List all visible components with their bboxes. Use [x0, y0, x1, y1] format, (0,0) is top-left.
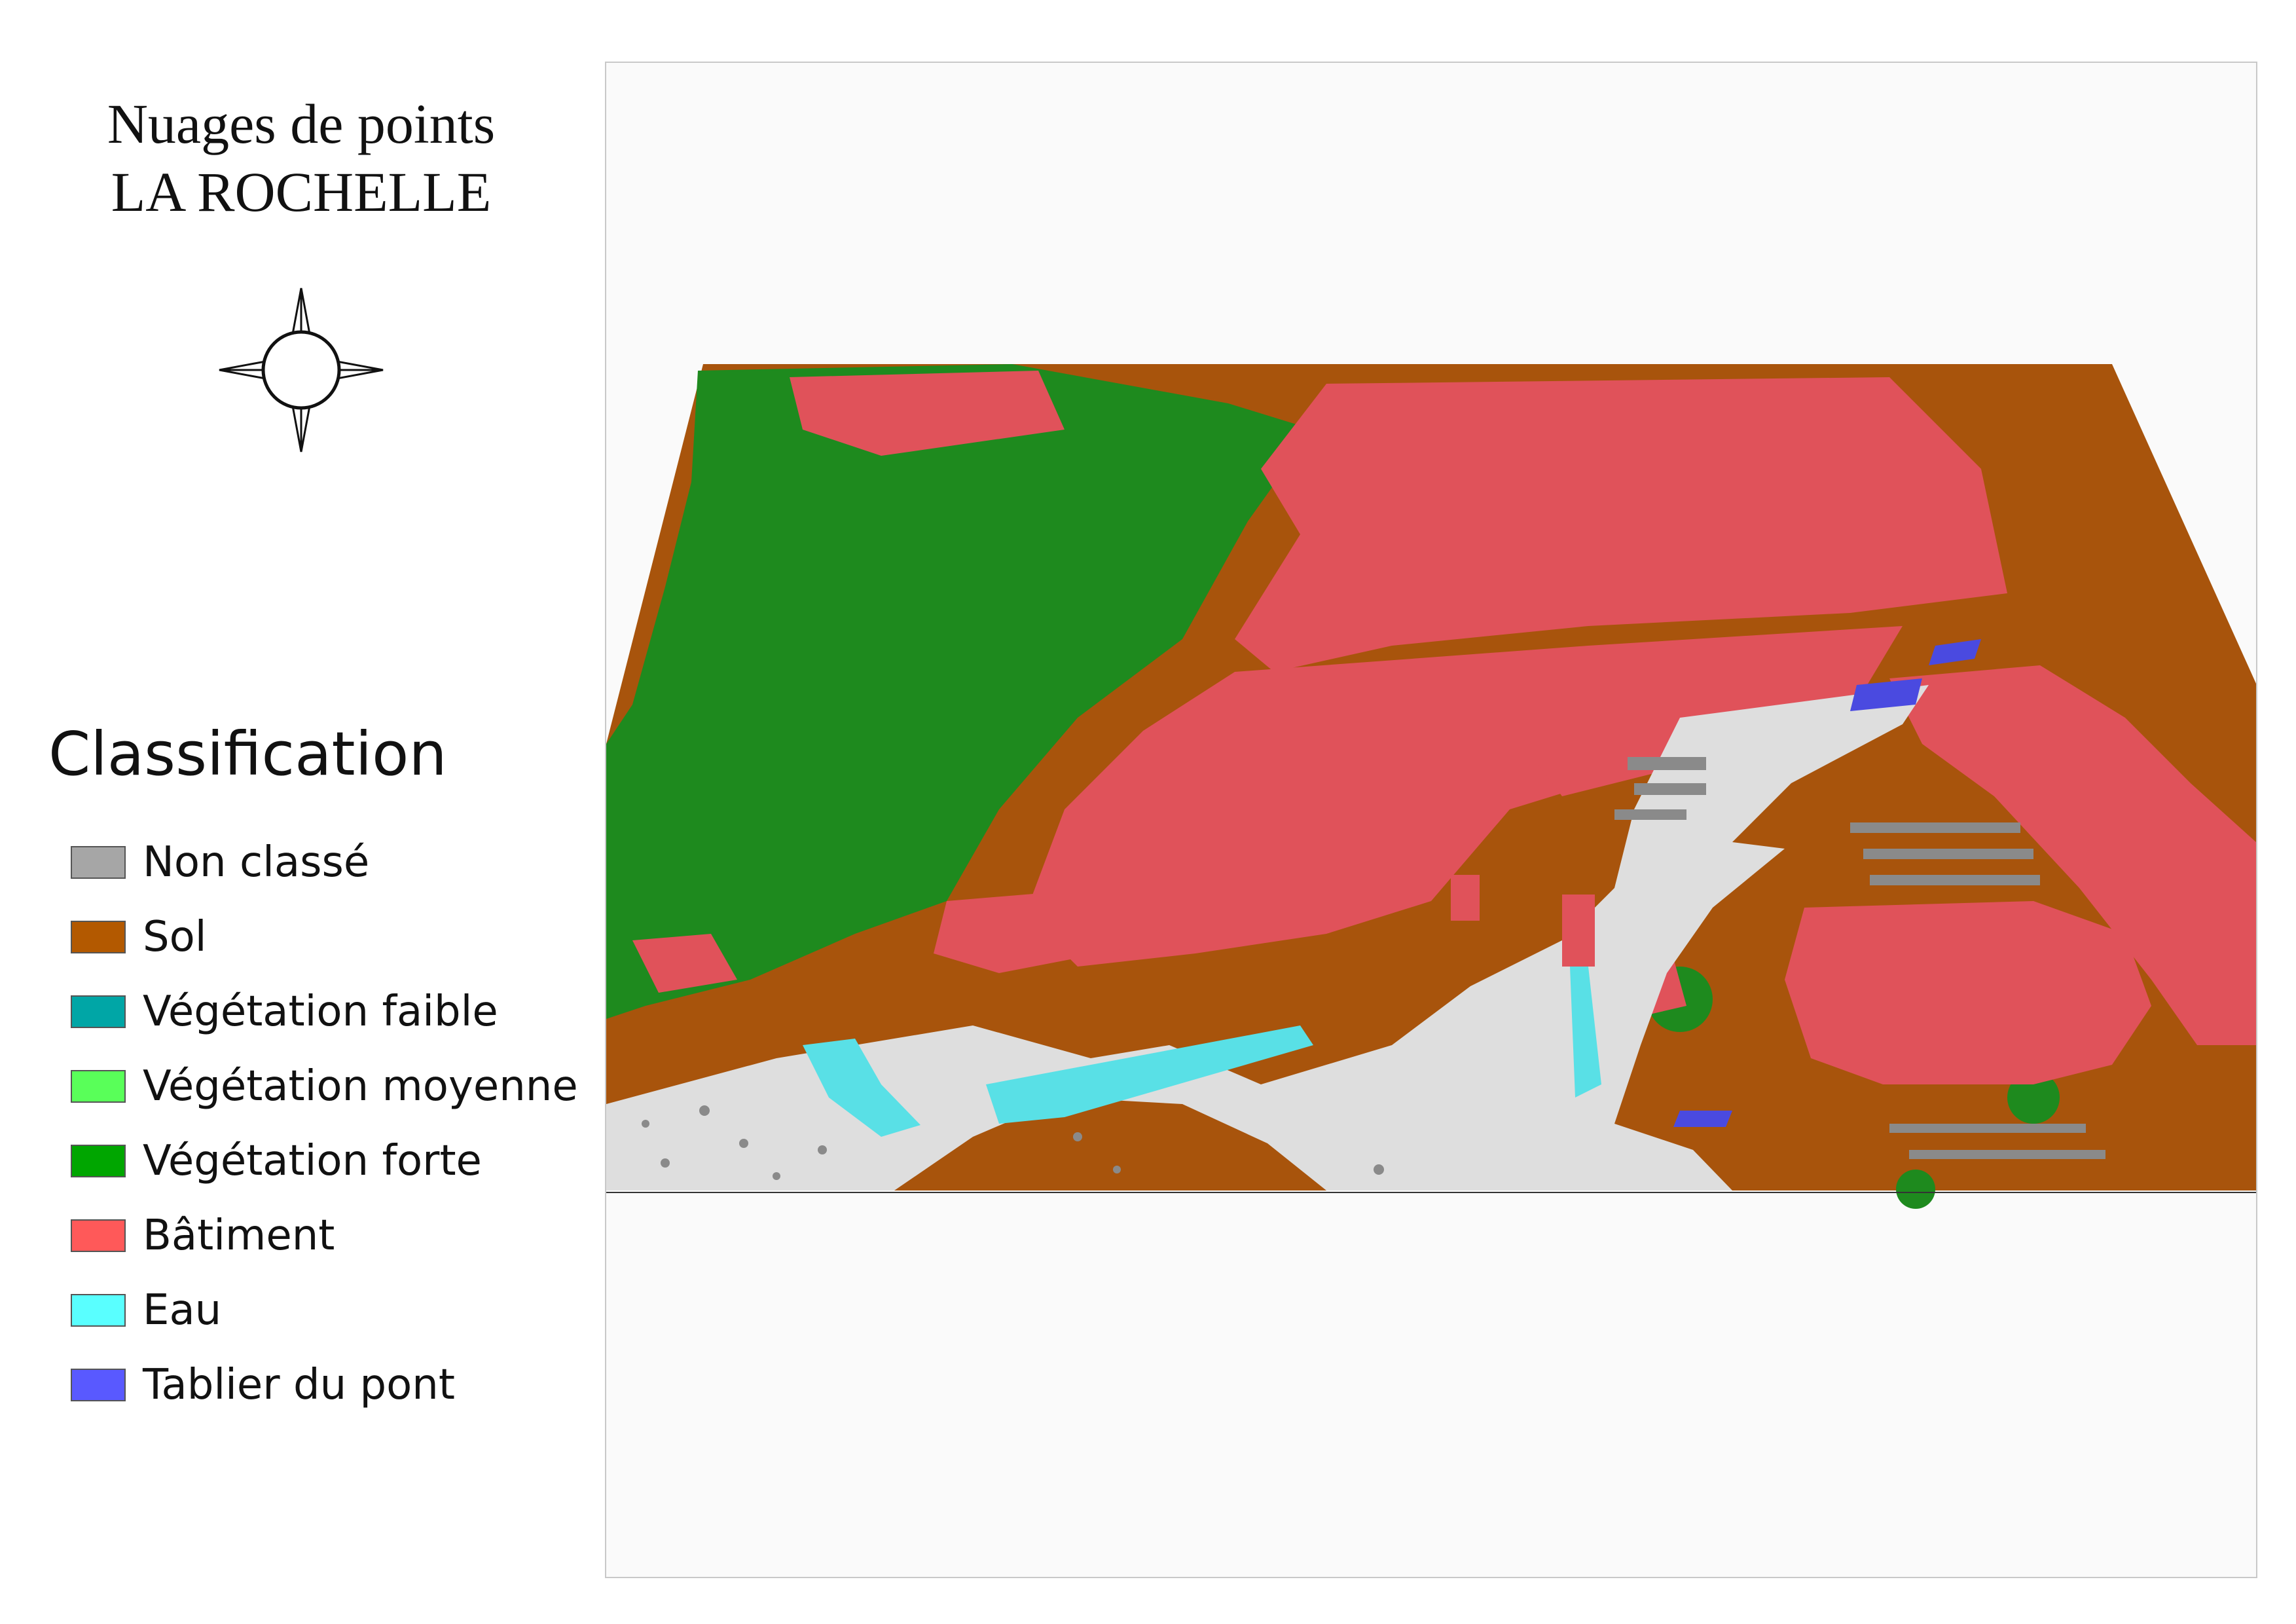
- legend-item-sol: Sol: [71, 914, 594, 960]
- legend-swatch: [71, 846, 126, 879]
- legend-item-non-classe: Non classé: [71, 840, 594, 885]
- legend-label: Bâtiment: [143, 1211, 335, 1260]
- legend-item-vegetation-faible: Végétation faible: [71, 989, 594, 1035]
- legend-swatch: [71, 1070, 126, 1103]
- legend-swatch: [71, 1145, 126, 1177]
- legend-label: Eau: [143, 1286, 222, 1335]
- legend-title: Classification: [48, 719, 447, 789]
- map-baseline: [606, 1192, 2256, 1193]
- legend-item-tablier-du-pont: Tablier du pont: [71, 1362, 594, 1408]
- legend-label: Non classé: [143, 838, 370, 887]
- legend-swatch: [71, 1369, 126, 1401]
- legend-item-vegetation-moyenne: Végétation moyenne: [71, 1063, 594, 1109]
- point-cloud-render: [606, 364, 2256, 1209]
- legend-item-vegetation-forte: Végétation forte: [71, 1138, 594, 1184]
- legend-label: Végétation forte: [143, 1137, 482, 1185]
- legend-label: Végétation moyenne: [143, 1062, 578, 1111]
- legend-item-eau: Eau: [71, 1287, 594, 1333]
- legend-swatch: [71, 1219, 126, 1252]
- legend-swatch: [71, 921, 126, 953]
- map-title-line1: Nuages de points: [107, 92, 496, 155]
- legend-label: Sol: [143, 913, 207, 961]
- legend-swatch: [71, 995, 126, 1028]
- legend-item-batiment: Bâtiment: [71, 1213, 594, 1259]
- compass-rose-icon: [213, 282, 390, 458]
- point-cloud-map-view[interactable]: [605, 62, 2257, 1578]
- legend-swatch: [71, 1294, 126, 1327]
- legend-label: Tablier du pont: [143, 1361, 455, 1409]
- legend-label: Végétation faible: [143, 987, 498, 1036]
- map-title-line2: LA ROCHELLE: [111, 160, 492, 223]
